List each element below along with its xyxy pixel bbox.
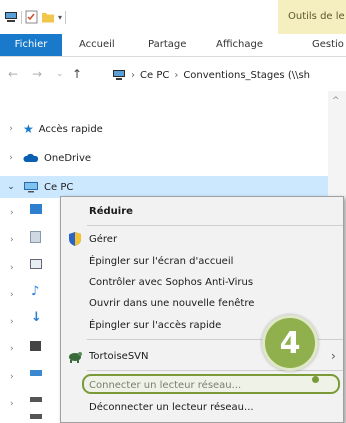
expand-chevron-icon[interactable]: › <box>10 364 14 391</box>
new-folder-icon[interactable] <box>41 10 55 24</box>
highlight-outline <box>82 374 340 394</box>
drive-icon <box>30 414 42 419</box>
address-bar[interactable]: › Ce PC › Conventions_Stages (\\sh <box>112 65 346 85</box>
menu-item-reduire[interactable]: Réduire <box>61 200 343 222</box>
menu-item-label: Gérer <box>89 233 118 245</box>
scroll-up-arrow-icon[interactable]: ^ <box>332 96 340 106</box>
menu-item-label: Épingler sur l'écran d'accueil <box>89 255 234 267</box>
videos-folder-icon <box>30 341 41 351</box>
menu-item-gerer[interactable]: Gérer <box>61 228 343 250</box>
up-arrow-icon[interactable]: ↑ <box>72 67 82 81</box>
cloud-icon <box>23 153 39 162</box>
menu-item-nouvelle-fenetre[interactable]: Ouvrir dans une nouvelle fenêtre <box>61 292 343 314</box>
qat-separator <box>21 10 22 24</box>
computer-icon[interactable] <box>4 10 18 24</box>
tab-gestion[interactable]: Gestio <box>312 34 344 56</box>
menu-separator <box>87 225 343 226</box>
navigation-bar: ← → ⌄ ↑ › Ce PC › Conventions_Stages (\\… <box>0 57 346 91</box>
tab-affichage[interactable]: Affichage <box>216 34 263 56</box>
drive-icon <box>30 397 42 402</box>
tree-item-onedrive[interactable]: › OneDrive <box>0 146 328 170</box>
documents-folder-icon <box>30 231 41 243</box>
expand-chevron-icon[interactable]: › <box>5 153 17 163</box>
menu-item-label: Déconnecter un lecteur réseau... <box>89 401 254 413</box>
child-folder-icons: ♪ ↓ <box>28 204 56 419</box>
music-folder-icon: ♪ <box>31 284 40 299</box>
pictures-folder-icon <box>30 259 42 269</box>
recent-locations-chevron-icon[interactable]: ⌄ <box>56 69 64 79</box>
menu-item-sophos[interactable]: Contrôler avec Sophos Anti-Virus <box>61 271 343 293</box>
shield-icon <box>69 232 81 246</box>
expand-chevron-icon[interactable]: › <box>10 227 14 254</box>
qat-dropdown-icon[interactable]: ▾ <box>58 13 62 22</box>
tree-item-label: Accès rapide <box>38 123 103 135</box>
expand-chevron-icon[interactable]: › <box>10 309 14 336</box>
tab-partage[interactable]: Partage <box>148 34 186 56</box>
computer-icon <box>24 182 38 193</box>
breadcrumb-conventions-stages[interactable]: Conventions_Stages (\\sh <box>183 70 310 81</box>
expand-chevron-icon[interactable]: › <box>10 282 14 309</box>
menu-item-label: Ouvrir dans une nouvelle fenêtre <box>89 297 255 309</box>
desktop-folder-icon <box>30 204 42 214</box>
properties-icon[interactable] <box>25 10 38 24</box>
star-icon: ★ <box>23 122 34 136</box>
menu-item-deconnecter-lecteur-reseau[interactable]: Déconnecter un lecteur réseau... <box>61 396 343 418</box>
menu-item-label: Contrôler avec Sophos Anti-Virus <box>89 276 254 288</box>
menu-item-epingler-ecran[interactable]: Épingler sur l'écran d'accueil <box>61 250 343 272</box>
breadcrumb-separator-icon: › <box>174 69 179 81</box>
computer-icon <box>113 70 125 80</box>
expand-chevron-icon[interactable]: › <box>10 255 14 282</box>
ribbon-tabs: Fichier Accueil Partage Affichage Gestio <box>0 34 346 57</box>
pointer-dot <box>312 376 319 383</box>
local-disk-icon <box>30 370 42 376</box>
expand-chevron-icon[interactable]: › <box>10 336 14 363</box>
tree-item-ce-pc[interactable]: ⌄ Ce PC <box>0 176 328 198</box>
title-bar: ▾ Outils de le <box>0 0 346 34</box>
expand-chevron-icon[interactable]: › <box>10 200 14 227</box>
expand-chevron-icon[interactable]: › <box>10 391 14 418</box>
menu-item-label: Réduire <box>89 205 133 217</box>
tree-item-label: OneDrive <box>44 152 92 164</box>
collapse-chevron-icon[interactable]: ⌄ <box>5 182 17 192</box>
submenu-arrow-icon: › <box>331 349 336 363</box>
downloads-folder-icon: ↓ <box>31 310 42 325</box>
tree-item-label: Ce PC <box>44 181 74 193</box>
menu-item-label: Épingler sur l'accès rapide <box>89 319 222 331</box>
step-number-badge: 4 <box>262 315 318 371</box>
tortoise-icon <box>69 352 82 363</box>
quick-access-toolbar: ▾ <box>4 9 67 25</box>
qat-separator <box>65 10 67 24</box>
back-arrow-icon[interactable]: ← <box>8 67 18 81</box>
tree-item-acces-rapide[interactable]: › ★ Accès rapide <box>0 117 328 141</box>
tab-accueil[interactable]: Accueil <box>79 34 115 56</box>
contextual-tools-tab[interactable]: Outils de le <box>278 0 346 34</box>
expand-chevron-icon[interactable]: › <box>5 124 17 134</box>
breadcrumb-separator-icon: › <box>131 69 135 81</box>
child-chevrons: › › › › › › › › <box>10 200 14 418</box>
menu-item-label: TortoiseSVN <box>89 350 149 362</box>
menu-separator <box>87 370 343 371</box>
breadcrumb-ce-pc[interactable]: Ce PC <box>140 70 169 81</box>
forward-arrow-icon[interactable]: → <box>32 67 42 81</box>
tab-fichier[interactable]: Fichier <box>0 34 62 56</box>
